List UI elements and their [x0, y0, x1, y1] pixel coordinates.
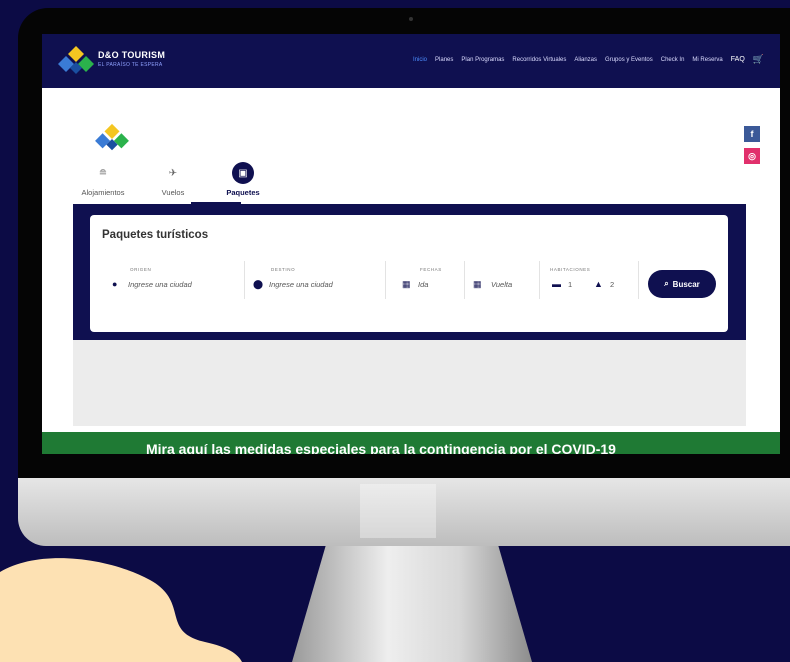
- tab-label: Vuelos: [161, 188, 185, 197]
- tab-label: Alojamientos: [81, 188, 125, 197]
- content-placeholder: [73, 340, 746, 426]
- departure-date-input[interactable]: Ida: [418, 280, 428, 289]
- nav-item-plan-programas[interactable]: Plan Programas: [461, 57, 504, 63]
- location-pin-icon: ⬤: [253, 279, 264, 289]
- tab-label: Paquetes: [226, 188, 260, 197]
- tab-paquetes[interactable]: ▣ Paquetes: [214, 162, 272, 197]
- package-search-card: Paquetes turísticos ORIGEN ● Ingrese una…: [90, 215, 728, 332]
- bed-icon: ▬: [552, 279, 561, 289]
- origin-label: ORIGEN: [130, 267, 152, 272]
- monitor-chin-highlight: [360, 484, 436, 538]
- search-icon: ⌕: [664, 279, 669, 288]
- origin-input[interactable]: Ingrese una ciudad: [128, 280, 192, 289]
- nav-item-check-in[interactable]: Check In: [661, 57, 685, 63]
- cream-wave-decoration: [0, 558, 242, 662]
- calendar-icon: ▦: [473, 279, 482, 289]
- brand-tagline: EL PARAÍSO TE ESPERA: [98, 62, 163, 68]
- instagram-icon[interactable]: ◎: [744, 148, 760, 164]
- tab-alojamientos[interactable]: ≘ Alojamientos: [74, 162, 132, 198]
- return-date-field[interactable]: ▦ Vuelta: [465, 261, 540, 299]
- brand-logo-small-icon: [95, 123, 129, 151]
- nav-item-faq[interactable]: FAQ: [731, 56, 745, 63]
- search-tabs: ≘ Alojamientos ✈ Vuelos ▣ Paquetes: [74, 162, 272, 197]
- plane-icon: ✈: [168, 167, 178, 179]
- destination-input[interactable]: Ingrese una ciudad: [269, 280, 333, 289]
- search-button[interactable]: ⌕ Buscar: [648, 270, 716, 298]
- nav-item-alianzas[interactable]: Alianzas: [574, 57, 597, 63]
- origin-field[interactable]: ORIGEN ● Ingrese una ciudad: [104, 261, 245, 299]
- covid-banner-text: Mira aquí las medidas especiales para la…: [146, 441, 616, 454]
- guests-count[interactable]: 2: [610, 280, 614, 289]
- main-nav: Inicio Planes Plan Programas Recorridos …: [413, 54, 764, 65]
- destination-field[interactable]: DESTINO ⬤ Ingrese una ciudad: [245, 261, 386, 299]
- return-date-input[interactable]: Vuelta: [491, 280, 512, 289]
- nav-item-planes[interactable]: Planes: [435, 57, 453, 63]
- webcam-dot: [409, 17, 413, 21]
- suitcase-icon: ▣: [232, 162, 254, 184]
- nav-item-mi-reserva[interactable]: Mi Reserva: [692, 57, 722, 63]
- search-title: Paquetes turísticos: [102, 229, 209, 241]
- facebook-icon[interactable]: f: [744, 126, 760, 142]
- brand-name[interactable]: D&O TOURISM: [98, 50, 165, 60]
- origin-circle-icon: ●: [112, 279, 118, 289]
- destination-label: DESTINO: [271, 267, 296, 272]
- tab-vuelos[interactable]: ✈ Vuelos: [144, 162, 202, 198]
- nav-item-grupos-eventos[interactable]: Grupos y Eventos: [605, 57, 653, 63]
- rooms-guests-field[interactable]: HABITACIONES ▬ 1 ▲ 2: [544, 261, 639, 299]
- covid-banner[interactable]: Mira aquí las medidas especiales para la…: [42, 432, 780, 454]
- nav-item-inicio[interactable]: Inicio: [413, 57, 427, 63]
- screen: D&O TOURISM EL PARAÍSO TE ESPERA Inicio …: [42, 34, 780, 454]
- dates-label: FECHAS: [420, 267, 442, 272]
- rooms-label: HABITACIONES: [550, 267, 591, 272]
- person-icon: ▲: [594, 279, 603, 289]
- brand-logo-icon[interactable]: [56, 44, 96, 78]
- monitor-stand: [292, 546, 532, 662]
- site-header: D&O TOURISM EL PARAÍSO TE ESPERA Inicio …: [42, 34, 780, 88]
- bed-icon: ≘: [98, 167, 108, 179]
- search-button-label: Buscar: [672, 279, 700, 289]
- rooms-count[interactable]: 1: [568, 280, 572, 289]
- cart-icon[interactable]: 🛒: [753, 54, 764, 65]
- departure-date-field[interactable]: FECHAS ▦ Ida: [394, 261, 465, 299]
- social-links: f ◎: [744, 126, 760, 164]
- calendar-icon: ▦: [402, 279, 411, 289]
- nav-item-recorridos-virtuales[interactable]: Recorridos Virtuales: [512, 57, 566, 63]
